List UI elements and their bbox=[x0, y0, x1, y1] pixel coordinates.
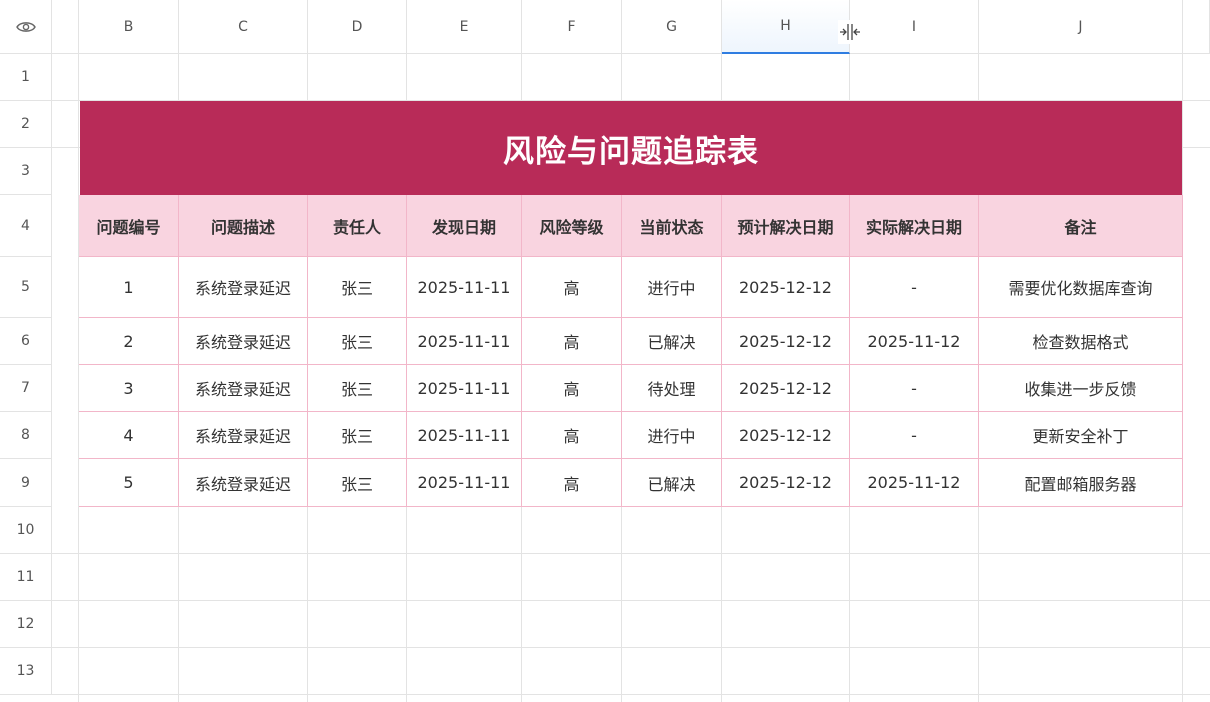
header-cell-issue-id[interactable]: 问题编号 bbox=[79, 195, 179, 257]
table-cell[interactable]: 待处理 bbox=[622, 365, 722, 412]
row-header-4[interactable]: 4 bbox=[0, 195, 52, 257]
header-cell-found-date[interactable]: 发现日期 bbox=[407, 195, 522, 257]
table-cell[interactable]: 系统登录延迟 bbox=[179, 318, 308, 365]
header-cell-owner[interactable]: 责任人 bbox=[308, 195, 407, 257]
row-header-8[interactable]: 8 bbox=[0, 412, 52, 459]
row-header-5[interactable]: 5 bbox=[0, 257, 52, 318]
table-cell[interactable]: 2025-11-11 bbox=[407, 412, 522, 459]
header-cell-planned-date[interactable]: 预计解决日期 bbox=[722, 195, 850, 257]
table-cell[interactable]: - bbox=[850, 257, 979, 318]
column-header-a-partial[interactable] bbox=[52, 0, 79, 54]
eye-icon[interactable] bbox=[15, 20, 36, 34]
select-all-corner[interactable] bbox=[0, 0, 52, 54]
table-cell[interactable]: - bbox=[850, 412, 979, 459]
table-cell[interactable]: 高 bbox=[522, 412, 622, 459]
column-header-i[interactable]: I bbox=[850, 0, 979, 54]
row-header-13[interactable]: 13 bbox=[0, 648, 52, 695]
table-cell[interactable]: - bbox=[850, 365, 979, 412]
column-header-e[interactable]: E bbox=[407, 0, 522, 54]
table-cell[interactable]: 高 bbox=[522, 459, 622, 507]
column-header-g[interactable]: G bbox=[622, 0, 722, 54]
table-cell[interactable]: 3 bbox=[79, 365, 179, 412]
table-cell[interactable]: 进行中 bbox=[622, 412, 722, 459]
table-cell[interactable]: 系统登录延迟 bbox=[179, 459, 308, 507]
table-cell[interactable]: 需要优化数据库查询 bbox=[979, 257, 1183, 318]
row-header-11[interactable]: 11 bbox=[0, 554, 52, 601]
table-cell[interactable]: 更新安全补丁 bbox=[979, 412, 1183, 459]
table-cell[interactable]: 已解决 bbox=[622, 459, 722, 507]
table-cell[interactable]: 2025-11-11 bbox=[407, 459, 522, 507]
table-cell[interactable]: 系统登录延迟 bbox=[179, 257, 308, 318]
row-header-2[interactable]: 2 bbox=[0, 101, 52, 148]
table-cell[interactable]: 高 bbox=[522, 365, 622, 412]
table-cell[interactable]: 5 bbox=[79, 459, 179, 507]
column-header-b[interactable]: B bbox=[79, 0, 179, 54]
row-header-3[interactable]: 3 bbox=[0, 148, 52, 195]
table-cell[interactable]: 张三 bbox=[308, 318, 407, 365]
spreadsheet: B C D E F G H I J 1 2 3 4 5 6 7 8 9 10 1… bbox=[0, 0, 1210, 702]
table-cell[interactable]: 2025-11-11 bbox=[407, 318, 522, 365]
column-header-j[interactable]: J bbox=[979, 0, 1183, 54]
column-resize-cursor-icon bbox=[838, 20, 862, 44]
table-cell[interactable]: 2025-11-12 bbox=[850, 318, 979, 365]
header-cell-notes[interactable]: 备注 bbox=[979, 195, 1183, 257]
table-cell[interactable]: 2025-12-12 bbox=[722, 459, 850, 507]
header-cell-status[interactable]: 当前状态 bbox=[622, 195, 722, 257]
grid-line bbox=[52, 694, 1210, 695]
row-header-9[interactable]: 9 bbox=[0, 459, 52, 507]
table-cell[interactable]: 张三 bbox=[308, 365, 407, 412]
table-cell[interactable]: 2025-11-11 bbox=[407, 365, 522, 412]
table-cell[interactable]: 张三 bbox=[308, 257, 407, 318]
table-cell[interactable]: 2025-12-12 bbox=[722, 412, 850, 459]
table-cell[interactable]: 2 bbox=[79, 318, 179, 365]
column-header-f[interactable]: F bbox=[522, 0, 622, 54]
table-cell[interactable]: 2025-12-12 bbox=[722, 365, 850, 412]
column-header-c[interactable]: C bbox=[179, 0, 308, 54]
row-header-6[interactable]: 6 bbox=[0, 318, 52, 365]
table-cell[interactable]: 高 bbox=[522, 257, 622, 318]
column-header-k-partial[interactable] bbox=[1183, 0, 1210, 54]
header-cell-actual-date[interactable]: 实际解决日期 bbox=[850, 195, 979, 257]
row-header-10[interactable]: 10 bbox=[0, 507, 52, 554]
table-cell[interactable]: 张三 bbox=[308, 412, 407, 459]
column-header-h[interactable]: H bbox=[722, 0, 850, 54]
table-cell[interactable]: 2025-11-11 bbox=[407, 257, 522, 318]
grid-line bbox=[52, 553, 1210, 554]
column-header-d[interactable]: D bbox=[308, 0, 407, 54]
table-cell[interactable]: 2025-11-12 bbox=[850, 459, 979, 507]
table-cell[interactable]: 高 bbox=[522, 318, 622, 365]
grid-line bbox=[52, 600, 1210, 601]
row-header-1[interactable]: 1 bbox=[0, 54, 52, 101]
table-cell[interactable]: 2025-12-12 bbox=[722, 257, 850, 318]
table-cell[interactable]: 已解决 bbox=[622, 318, 722, 365]
table-cell[interactable]: 张三 bbox=[308, 459, 407, 507]
header-cell-description[interactable]: 问题描述 bbox=[179, 195, 308, 257]
table-cell[interactable]: 系统登录延迟 bbox=[179, 365, 308, 412]
table-cell[interactable]: 进行中 bbox=[622, 257, 722, 318]
table-cell[interactable]: 配置邮箱服务器 bbox=[979, 459, 1183, 507]
table-cell[interactable]: 1 bbox=[79, 257, 179, 318]
row-header-7[interactable]: 7 bbox=[0, 365, 52, 412]
sheet-title[interactable]: 风险与问题追踪表 bbox=[80, 101, 1182, 195]
grid-line bbox=[52, 647, 1210, 648]
table-cell[interactable]: 收集进一步反馈 bbox=[979, 365, 1183, 412]
table-cell[interactable]: 2025-12-12 bbox=[722, 318, 850, 365]
row-header-12[interactable]: 12 bbox=[0, 601, 52, 648]
table-cell[interactable]: 检查数据格式 bbox=[979, 318, 1183, 365]
table-cell[interactable]: 系统登录延迟 bbox=[179, 412, 308, 459]
header-cell-risk-level[interactable]: 风险等级 bbox=[522, 195, 622, 257]
table-cell[interactable]: 4 bbox=[79, 412, 179, 459]
